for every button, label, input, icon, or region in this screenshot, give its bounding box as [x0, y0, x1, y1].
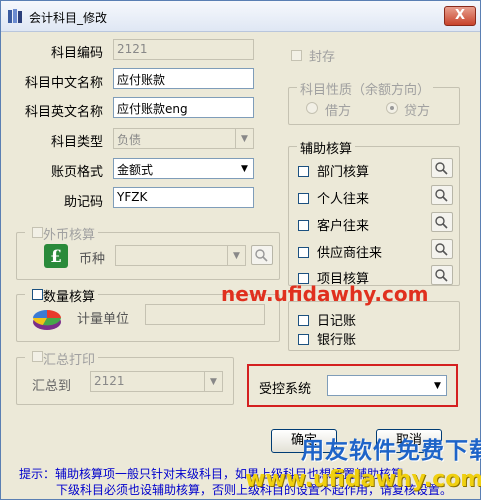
cn-name-input[interactable]: 应付账款	[113, 68, 254, 89]
aux-checkbox-customer[interactable]	[298, 220, 309, 231]
daily-journal-checkbox[interactable]	[298, 315, 309, 326]
type-value: 负债	[117, 133, 142, 147]
cn-name-label: 科目中文名称	[24, 76, 103, 91]
type-label: 科目类型	[50, 135, 103, 150]
debit-label: 借方	[325, 104, 352, 119]
search-icon[interactable]	[431, 212, 453, 232]
aux-label-supplier: 供应商往来	[317, 246, 383, 261]
en-name-label: 科目英文名称	[24, 105, 103, 120]
debit-radio[interactable]	[306, 102, 318, 114]
search-icon[interactable]	[431, 265, 453, 285]
unit-input	[145, 304, 265, 325]
summary-to-value: 2121	[94, 374, 125, 388]
chevron-down-icon[interactable]: ▼	[428, 376, 446, 395]
search-icon[interactable]	[431, 185, 453, 205]
aux-label-dept: 部门核算	[317, 165, 370, 180]
bank-journal-label: 银行账	[317, 333, 357, 348]
seal-checkbox[interactable]	[291, 50, 302, 61]
daily-journal-label: 日记账	[317, 314, 357, 329]
foreign-checkbox[interactable]	[32, 227, 43, 238]
watermark-center: new.ufidawhy.com	[221, 282, 429, 306]
format-label: 账页格式	[50, 165, 103, 180]
code-label: 科目编码	[50, 46, 103, 61]
aux-label-customer: 客户往来	[317, 219, 370, 234]
currency-select: ▼	[115, 245, 246, 266]
bank-journal-checkbox[interactable]	[298, 334, 309, 345]
nature-title: 科目性质（余额方向）	[297, 79, 434, 98]
search-icon	[251, 245, 273, 265]
chevron-down-icon: ▼	[235, 129, 253, 148]
format-select[interactable]: 金额式 ▼	[113, 158, 254, 179]
search-icon[interactable]	[431, 158, 453, 178]
credit-radio[interactable]	[386, 102, 398, 114]
qty-checkbox[interactable]	[32, 289, 43, 300]
close-button[interactable]: X	[444, 6, 476, 26]
watermark-bottom: www.ufidawhy.com	[245, 467, 481, 492]
currency-icon: £	[44, 244, 68, 268]
summary-checkbox[interactable]	[32, 351, 43, 362]
quantity-chart-icon	[33, 310, 61, 330]
type-select: 负债 ▼	[113, 128, 254, 149]
aux-checkbox-supplier[interactable]	[298, 247, 309, 258]
app-icon	[8, 9, 22, 23]
aux-checkbox-person[interactable]	[298, 193, 309, 204]
nature-group: 科目性质（余额方向） 借方 贷方	[288, 79, 460, 125]
credit-label: 贷方	[404, 104, 431, 119]
aux-label-person: 个人往来	[317, 192, 370, 207]
chevron-down-icon[interactable]: ▼	[235, 159, 253, 178]
seal-label: 封存	[309, 50, 336, 65]
control-label: 受控系统	[259, 382, 312, 397]
summary-to-select: 2121 ▼	[90, 371, 223, 392]
dialog-window: 会计科目_修改 X 科目编码 2121 科目中文名称 应付账款 科目英文名称 应…	[0, 0, 481, 500]
search-icon[interactable]	[431, 239, 453, 259]
watermark-brand: 用友软件免费下载	[301, 438, 481, 464]
aux-checkbox-dept[interactable]	[298, 166, 309, 177]
title-bar[interactable]: 会计科目_修改 X	[1, 1, 480, 32]
journal-group	[288, 301, 460, 351]
code-field: 2121	[113, 39, 254, 60]
chevron-down-icon: ▼	[204, 372, 222, 391]
unit-label: 计量单位	[77, 312, 130, 327]
control-select[interactable]: ▼	[327, 375, 447, 396]
en-name-input[interactable]: 应付账款eng	[113, 97, 254, 118]
aux-title: 辅助核算	[297, 138, 356, 157]
window-title: 会计科目_修改	[29, 11, 108, 25]
summary-to-label: 汇总到	[32, 379, 72, 394]
chevron-down-icon: ▼	[227, 246, 245, 265]
mnemonic-input[interactable]: YFZK	[113, 187, 254, 208]
format-value: 金额式	[117, 163, 154, 177]
mnemonic-label: 助记码	[63, 195, 103, 210]
svg-text:£: £	[50, 247, 62, 267]
currency-label: 币种	[79, 252, 106, 267]
